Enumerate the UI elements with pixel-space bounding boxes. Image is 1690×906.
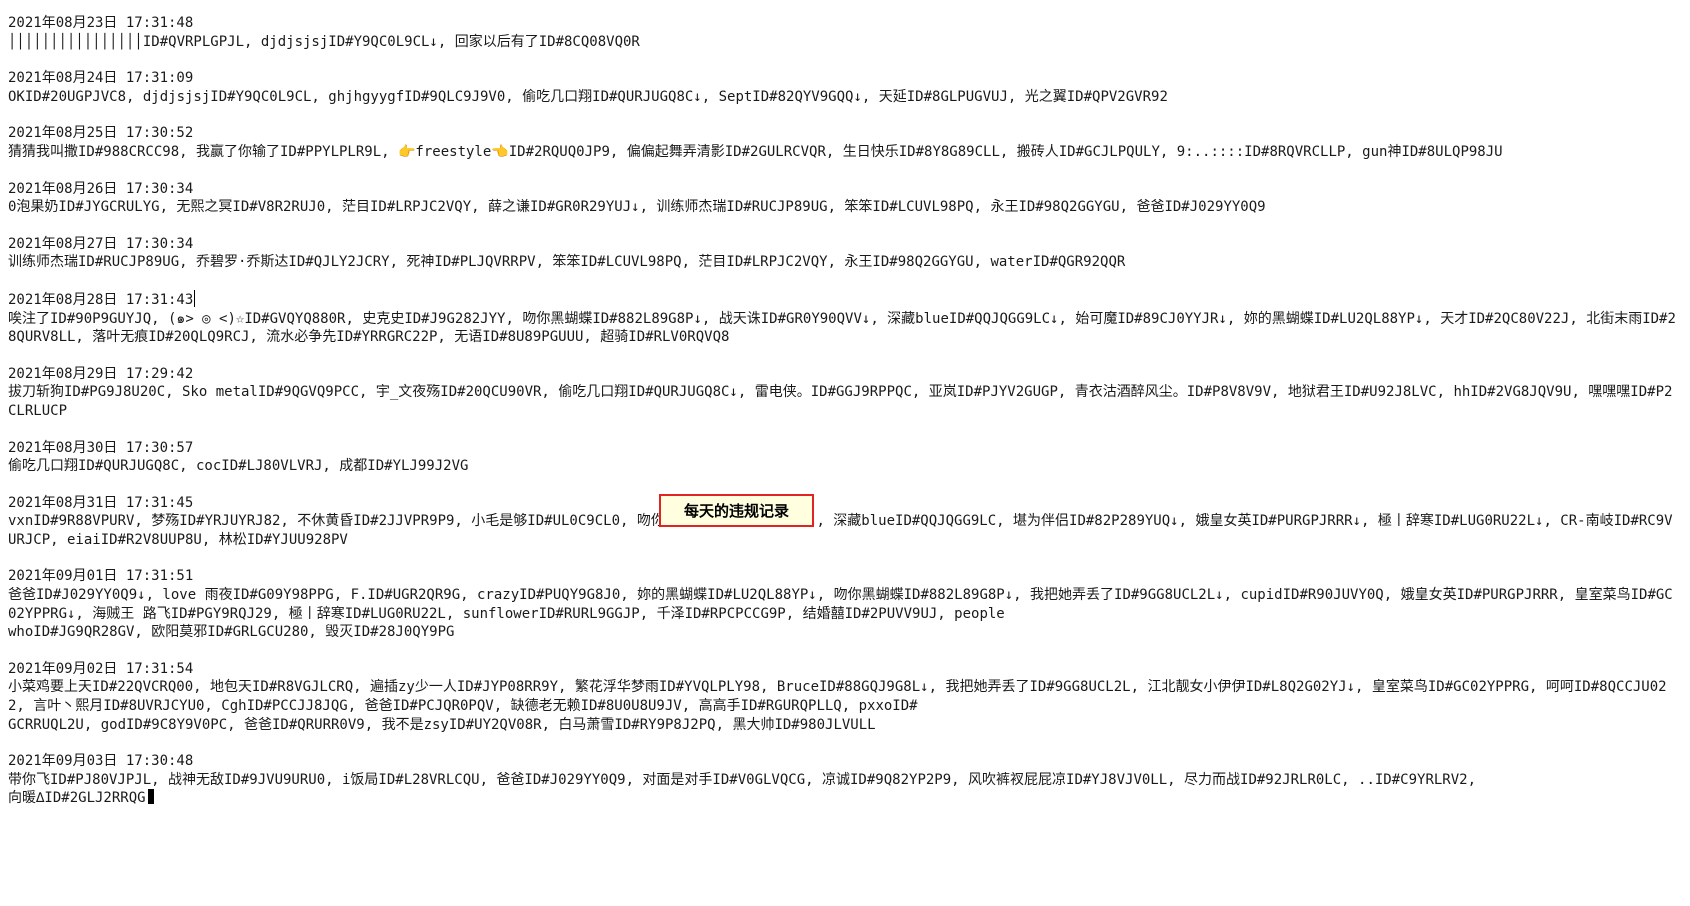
entry-content: OKID#20UGPJVC8, djdjsjsjID#Y9QC0L9CL, gh… <box>8 88 1168 105</box>
entry-date: 2021年08月25日 17:30:52 <box>8 125 194 142</box>
log-entry: 2021年09月03日 17:30:48 带你飞ID#PJ80VJPJL, 战神… <box>8 752 1690 808</box>
entry-content: vxnID#9R88VPURV, 梦殇ID#YRJUYRJ82, 不休黄昏ID#… <box>8 513 1673 548</box>
log-entry: 2021年08月30日 17:30:57 偷吃几口翔ID#QURJUGQ8C, … <box>8 439 1690 476</box>
entry-date: 2021年09月02日 17:31:54 <box>8 660 194 677</box>
entry-content: 爸爸ID#J029YY0Q9↓, love 雨夜ID#G09Y98PPG, F.… <box>8 587 1673 641</box>
entry-date-row: 2021年08月28日 17:31:43 <box>8 289 1678 310</box>
log-entry: 2021年08月25日 17:30:52 猜猜我叫撒ID#988CRCC98, … <box>8 124 1690 161</box>
entry-date: 2021年08月27日 17:30:34 <box>8 235 194 252</box>
entry-date: 2021年08月30日 17:30:57 <box>8 439 194 456</box>
entry-date: 2021年08月26日 17:30:34 <box>8 180 194 197</box>
entry-content: 训练师杰瑞ID#RUCJP89UG, 乔碧罗·乔斯达ID#QJLY2JCRY, … <box>8 254 1126 271</box>
entry-date: 2021年08月23日 17:31:48 <box>8 15 194 31</box>
entry-date: 2021年09月01日 17:31:51 <box>8 568 194 585</box>
log-entry: 2021年09月02日 17:31:54 小菜鸡要上天ID#22QVCRQ00,… <box>8 660 1690 734</box>
log-entry: 2021年09月01日 17:31:51 爸爸ID#J029YY0Q9↓, lo… <box>8 567 1690 641</box>
log-entry: 2021年08月29日 17:29:42 拔刀斩狗ID#PG9J8U20C, S… <box>8 365 1690 421</box>
entry-date: 2021年08月29日 17:29:42 <box>8 365 194 382</box>
log-entry: 2021年08月31日 17:31:45 vxnID#9R88VPURV, 梦殇… <box>8 494 1690 550</box>
entry-content-row: 带你飞ID#PJ80VJPJL, 战神无敌ID#9JVU9URU0, i饭局ID… <box>8 771 1678 808</box>
entry-content: 唉注了ID#90P9GUYJQ, (๑> ◎ <)☆ID#GVQYQ880R, … <box>8 310 1676 346</box>
log-entry: 2021年08月23日 17:31:48 ││││││││││││││││ID#… <box>8 14 1690 51</box>
entry-content: 小菜鸡要上天ID#22QVCRQ00, 地包天ID#R8VGJLCRQ, 遍插z… <box>8 679 1667 733</box>
text-editor[interactable]: 2021年08月23日 17:31:48 ││││││││││││││││ID#… <box>0 0 1690 906</box>
log-entry: 2021年08月26日 17:30:34 0泡果奶ID#JYGCRULYG, 无… <box>8 180 1690 217</box>
log-entry: 2021年08月28日 17:31:43 唉注了ID#90P9GUYJQ, (๑… <box>8 289 1690 347</box>
log-entry: 2021年08月27日 17:30:34 训练师杰瑞ID#RUCJP89UG, … <box>8 235 1690 272</box>
entry-content: 带你飞ID#PJ80VJPJL, 战神无敌ID#9JVU9URU0, i饭局ID… <box>8 771 1477 807</box>
entry-content: 0泡果奶ID#JYGCRULYG, 无熙之冥ID#V8R2RUJ0, 茫目ID#… <box>8 199 1266 216</box>
entry-date: 2021年08月28日 17:31:43 <box>8 291 194 308</box>
entry-content: 偷吃几口翔ID#QURJUGQ8C, cocID#LJ80VLVRJ, 成都ID… <box>8 458 469 475</box>
log-entry: 2021年08月24日 17:31:09 OKID#20UGPJVC8, djd… <box>8 69 1690 106</box>
block-cursor <box>147 789 154 805</box>
entry-date: 2021年08月31日 17:31:45 <box>8 494 194 511</box>
entry-content: 拔刀斩狗ID#PG9J8U20C, Sko metalID#9QGVQ9PCC,… <box>8 384 1673 419</box>
entry-date: 2021年09月03日 17:30:48 <box>8 753 194 770</box>
annotation-label: 每天的违规记录 <box>659 494 814 527</box>
entry-content: 猜猜我叫撒ID#988CRCC98, 我赢了你输了ID#PPYLPLR9L, 👉… <box>8 143 1503 160</box>
entry-date: 2021年08月24日 17:31:09 <box>8 70 194 87</box>
entry-content: ││││││││││││││││ID#QVRPLGPJL, djdjsjsjID… <box>8 33 640 50</box>
text-cursor <box>194 289 196 307</box>
